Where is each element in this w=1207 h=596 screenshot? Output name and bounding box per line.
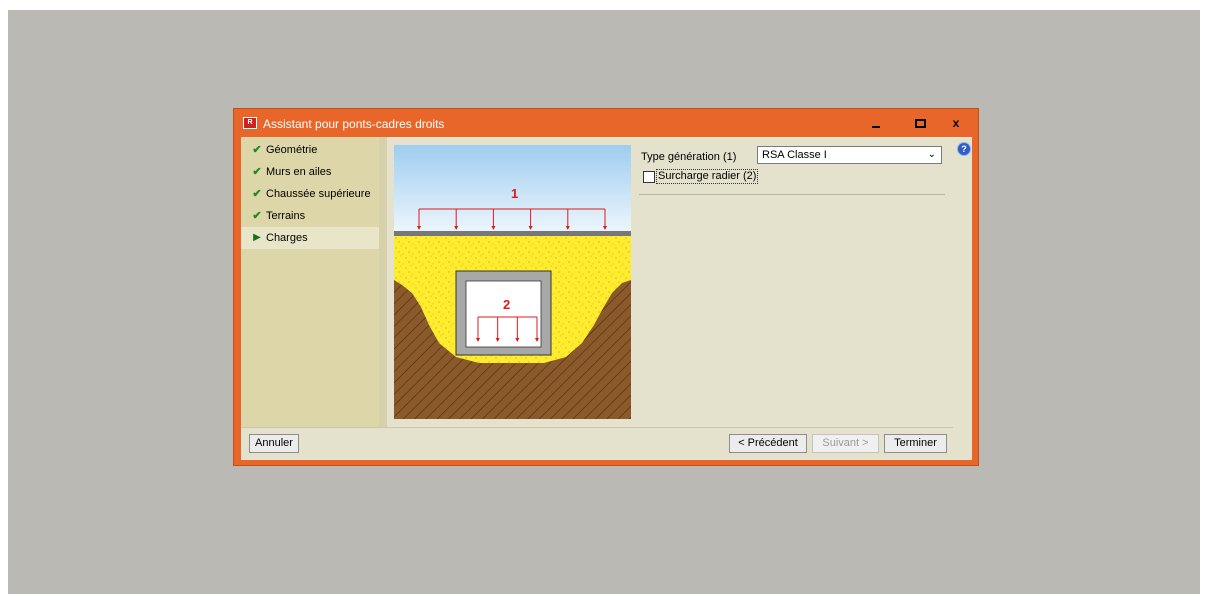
- nav-divider: [379, 137, 387, 427]
- step-label: Géométrie: [266, 144, 318, 156]
- maximize-button[interactable]: [902, 110, 938, 136]
- chevron-down-icon: ⌄: [927, 149, 936, 160]
- close-icon: x: [952, 116, 960, 130]
- check-icon: ✔: [252, 144, 262, 156]
- step-item-murs-en-ailes[interactable]: ✔ Murs en ailes: [241, 161, 379, 183]
- window-title: Assistant pour ponts-cadres droits: [263, 117, 445, 131]
- previous-button[interactable]: < Précédent: [729, 434, 807, 453]
- load-label-1: 1: [511, 186, 518, 201]
- minimize-icon: [872, 125, 880, 128]
- surcharge-radier-checkbox[interactable]: [643, 171, 655, 183]
- loads-illustration: 1 2: [394, 145, 631, 419]
- maximize-icon: [914, 119, 926, 129]
- wizard-body: ✔ Géométrie ✔ Murs en ailes ✔ Chaussée s…: [241, 137, 972, 460]
- type-generation-value: RSA Classe I: [762, 149, 827, 161]
- step-item-terrains[interactable]: ✔ Terrains: [241, 205, 379, 227]
- next-button[interactable]: Suivant >: [812, 434, 879, 453]
- culvert-opening: [465, 280, 542, 348]
- step-item-geometrie[interactable]: ✔ Géométrie: [241, 139, 379, 161]
- wizard-window: R Assistant pour ponts-cadres droits x ✔…: [233, 108, 979, 466]
- surcharge-radier-label[interactable]: Surcharge radier (2): [656, 169, 759, 184]
- load-label-2: 2: [503, 297, 510, 312]
- check-icon: ✔: [252, 210, 262, 222]
- type-generation-label: Type génération (1): [641, 151, 737, 163]
- title-bar[interactable]: R Assistant pour ponts-cadres droits x: [234, 109, 978, 137]
- minimize-button[interactable]: [858, 110, 894, 136]
- app-logo-icon: R: [243, 117, 257, 129]
- wizard-step-list: ✔ Géométrie ✔ Murs en ailes ✔ Chaussée s…: [241, 137, 379, 427]
- step-item-charges[interactable]: ▶ Charges: [241, 227, 379, 249]
- check-icon: ✔: [252, 166, 262, 178]
- help-icon[interactable]: ?: [958, 143, 970, 155]
- form-divider: [639, 194, 945, 195]
- step-item-chaussee-superieure[interactable]: ✔ Chaussée supérieure: [241, 183, 379, 205]
- cancel-button[interactable]: Annuler: [249, 434, 299, 453]
- check-icon: ✔: [252, 188, 262, 200]
- step-label: Charges: [266, 232, 308, 244]
- step-label: Murs en ailes: [266, 166, 332, 178]
- road-deck: [394, 231, 631, 236]
- current-step-arrow-icon: ▶: [253, 232, 261, 243]
- close-button[interactable]: x: [936, 110, 976, 136]
- step-label: Chaussée supérieure: [266, 188, 371, 200]
- step-label: Terrains: [266, 210, 306, 222]
- footer-divider: [241, 427, 953, 428]
- type-generation-select[interactable]: RSA Classe I ⌄: [757, 146, 942, 164]
- finish-button[interactable]: Terminer: [884, 434, 947, 453]
